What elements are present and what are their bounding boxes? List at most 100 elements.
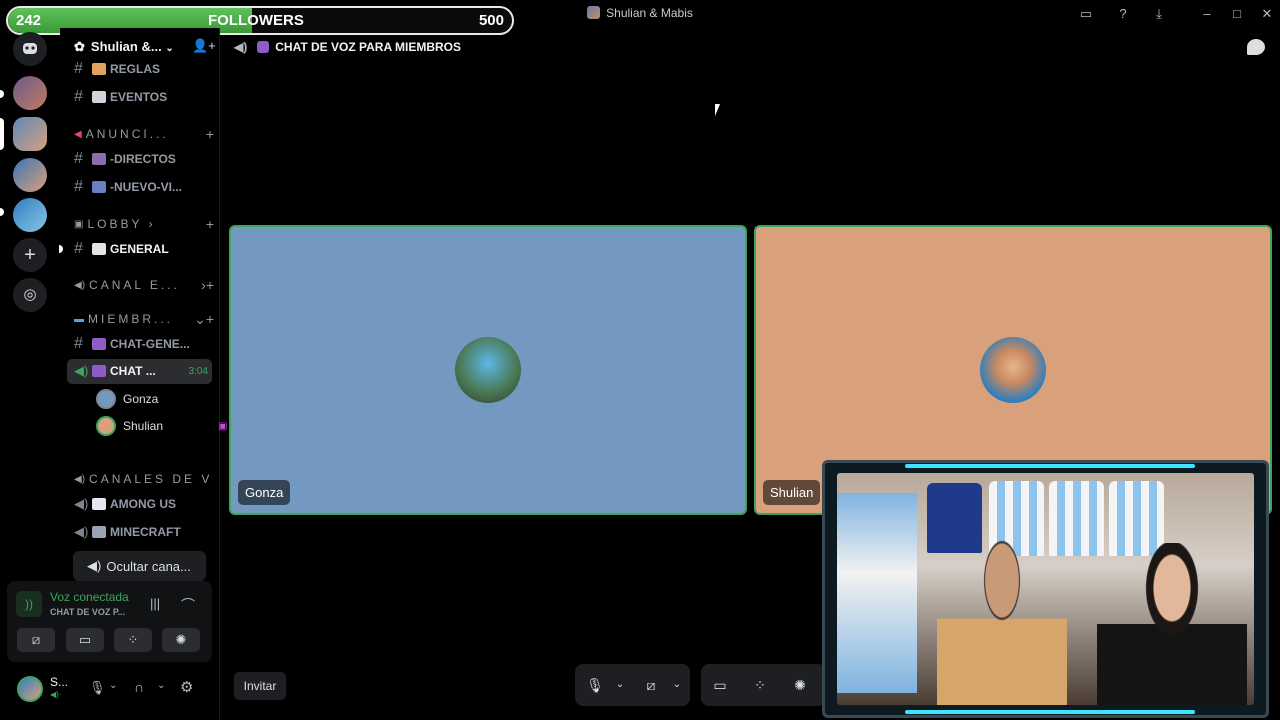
unread-pill: [0, 90, 4, 98]
voice-member-shulian[interactable]: Shulian ▣: [96, 415, 227, 437]
share-activity-controls: ▭ ⁘ ✺: [701, 664, 826, 706]
headphones-icon[interactable]: ∩: [134, 679, 144, 695]
box-icon: ▣: [74, 218, 84, 230]
server-header[interactable]: ✿ Shulian &... ⌄: [74, 39, 174, 55]
text-channel-icon: #: [74, 178, 83, 195]
camera-emoji-icon: [92, 153, 106, 165]
speaker-icon: ◀): [74, 496, 89, 511]
add-channel-icon[interactable]: ›+: [201, 277, 214, 293]
server-avatar-4[interactable]: [13, 198, 47, 232]
add-member-icon[interactable]: 👤+: [192, 38, 216, 54]
channel-chat-general[interactable]: # CHAT-GENE...: [74, 332, 214, 356]
unread-indicator: [59, 245, 63, 253]
category-lobby[interactable]: ▣ LOBBY › +: [74, 215, 214, 233]
chevron-down-icon[interactable]: ⌄: [611, 676, 629, 694]
user-avatar[interactable]: [17, 676, 43, 702]
channel-directos[interactable]: # -DIRECTOS: [74, 147, 214, 171]
inbox-icon[interactable]: ▭: [1077, 5, 1095, 23]
user-panel: S... ◀)· 🎙 ⌄ ∩ ⌄ ⚙: [7, 666, 212, 712]
server-avatar-1[interactable]: [13, 76, 47, 110]
screen-share-icon[interactable]: ▭: [711, 676, 729, 694]
voice-channel-name[interactable]: CHAT DE VOZ P...: [50, 607, 125, 617]
heart-emoji-icon: [257, 41, 270, 53]
noise-suppression-icon[interactable]: |||: [150, 596, 160, 611]
text-channel-icon: #: [74, 240, 83, 257]
participant-tile-gonza[interactable]: Gonza: [229, 225, 747, 515]
maximize-icon[interactable]: □: [1228, 5, 1246, 23]
help-icon[interactable]: ?: [1114, 5, 1132, 23]
calendar-emoji-icon: [92, 91, 106, 103]
download-icon[interactable]: ⤓: [1150, 5, 1168, 23]
followers-current: 242: [16, 12, 42, 29]
speaker-icon: ◀): [234, 40, 248, 54]
voice-channel-header: ◀) CHAT DE VOZ PARA MIEMBROS: [234, 40, 461, 54]
camera-off-icon[interactable]: ⧄: [642, 676, 660, 694]
chevron-down-icon[interactable]: ⌄: [109, 680, 117, 691]
voice-channel-minecraft[interactable]: ◀) MINECRAFT: [74, 520, 214, 544]
discover-icon[interactable]: ◎: [13, 278, 47, 312]
invite-button[interactable]: Invitar: [234, 672, 286, 700]
speaker-icon: ◀): [74, 363, 89, 378]
speaker-icon: ◀): [74, 524, 89, 539]
id-card-icon: ▬: [74, 313, 84, 325]
chevron-down-icon[interactable]: ⌄: [668, 676, 686, 694]
activities-icon[interactable]: ⁘: [751, 676, 769, 694]
speaker-icon: ◀): [87, 558, 102, 573]
minimize-icon[interactable]: –: [1198, 5, 1216, 23]
signal-icon: )): [16, 591, 42, 617]
category-anuncios[interactable]: ◀ ANUNCI... +: [74, 125, 214, 143]
channel-reglas[interactable]: # REGLAS: [74, 57, 214, 81]
discord-home-icon[interactable]: [13, 32, 47, 66]
voice-channel-among-us[interactable]: ◀) AMONG US: [74, 492, 214, 516]
username[interactable]: S...: [50, 675, 68, 689]
add-channel-icon[interactable]: +: [206, 216, 214, 232]
person-right: [1097, 543, 1247, 705]
channel-eventos[interactable]: # EVENTOS: [74, 85, 214, 109]
webcam-frame-accent-top: [905, 464, 1195, 468]
voice-channel-title: CHAT DE VOZ PARA MIEMBROS: [275, 40, 462, 54]
mouse-cursor: [715, 104, 720, 116]
disconnect-icon[interactable]: ⌒: [181, 595, 195, 615]
selected-pill: [0, 118, 4, 150]
text-channel-icon: #: [74, 150, 83, 167]
add-server-icon[interactable]: +: [13, 238, 47, 272]
category-miembros[interactable]: ▬ MIEMBR... ⌄+: [74, 310, 214, 328]
argentina-flag: [837, 493, 917, 693]
screen-share-button[interactable]: ▭: [66, 628, 104, 652]
channel-nuevo-video[interactable]: # -NUEVO-VI...: [74, 175, 214, 199]
rules-emoji-icon: [92, 63, 106, 75]
camera-off-button[interactable]: ⧄: [17, 628, 55, 652]
chat-bubble-icon[interactable]: [1247, 39, 1265, 55]
settings-gear-icon[interactable]: ⚙: [180, 678, 193, 696]
speaker-small-icon: ◀): [74, 279, 86, 291]
followers-goal: 500: [478, 12, 504, 29]
text-channel-icon: #: [74, 335, 83, 352]
swords-emoji-icon: [92, 526, 106, 538]
followers-label: FOLLOWERS: [208, 12, 304, 29]
text-channel-icon: #: [74, 88, 83, 105]
channel-general[interactable]: # GENERAL: [74, 237, 214, 261]
category-canales-de-voz[interactable]: ◀) CANALES DE V: [74, 470, 214, 488]
category-canales[interactable]: ◀) CANAL E... ›+: [74, 276, 214, 294]
participant-avatar: [455, 337, 521, 403]
server-avatar-3[interactable]: [13, 158, 47, 192]
server-avatar-shulian-mabis[interactable]: [13, 117, 47, 151]
activities-button[interactable]: ⁘: [114, 628, 152, 652]
voice-channel-chat[interactable]: ◀) CHAT ... 3:04: [74, 359, 214, 383]
voice-connection-panel: )) Voz conectada CHAT DE VOZ P... ||| ⌒ …: [7, 581, 212, 662]
chevron-down-icon[interactable]: ⌄: [157, 680, 165, 691]
microphone-icon[interactable]: 🎙: [89, 680, 106, 696]
text-channel-icon: #: [74, 60, 83, 77]
ghost-emoji-icon: [92, 498, 106, 510]
voice-member-gonza[interactable]: Gonza: [96, 388, 158, 410]
add-channel-icon[interactable]: ⌄+: [194, 311, 214, 328]
hide-channels-button[interactable]: ◀) Ocultar cana...: [73, 551, 206, 581]
soundboard-icon[interactable]: ✺: [791, 676, 809, 694]
soundboard-button[interactable]: ✺: [162, 628, 200, 652]
add-channel-icon[interactable]: +: [206, 126, 214, 142]
close-icon[interactable]: ✕: [1258, 5, 1276, 23]
participant-avatar: [980, 337, 1046, 403]
chevron-down-icon: ⌄: [165, 43, 174, 54]
microphone-icon[interactable]: 🎙: [586, 676, 604, 694]
participant-name-tag: Gonza: [238, 480, 291, 505]
